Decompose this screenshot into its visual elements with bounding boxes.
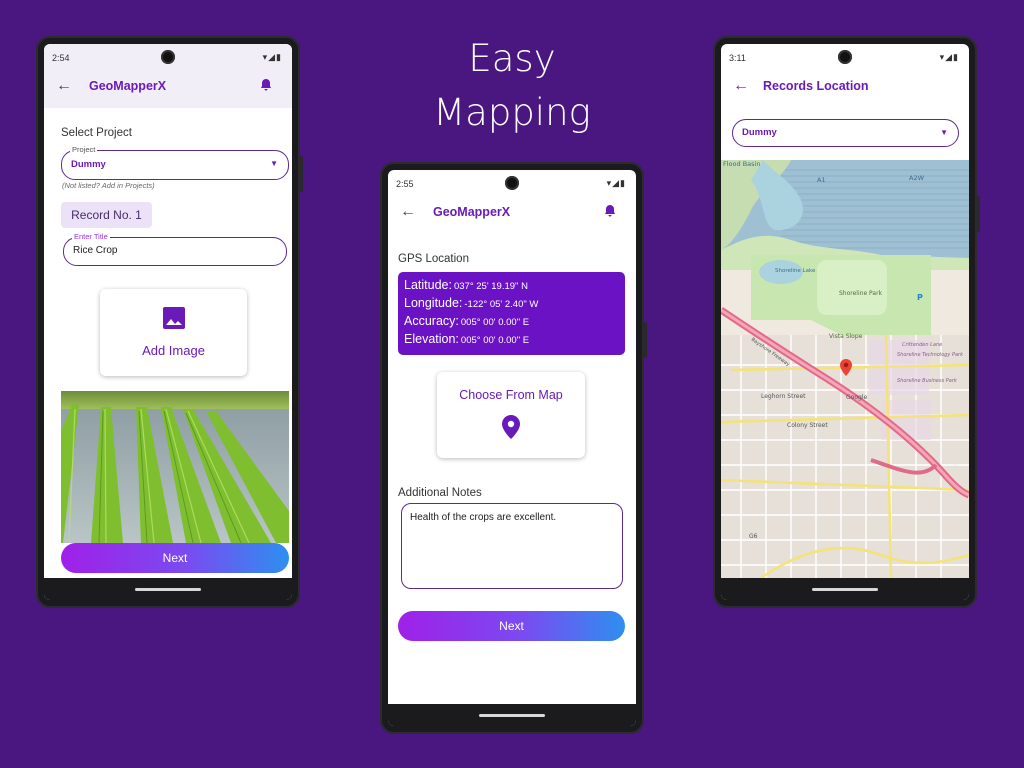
map-label-colony: Colony Street: [787, 422, 828, 429]
home-gesture-pill[interactable]: [135, 588, 201, 591]
bell-icon[interactable]: [604, 204, 616, 222]
elevation-value: 005° 00' 0.00" E: [460, 335, 530, 346]
front-camera: [505, 176, 519, 190]
status-time: 2:55: [396, 179, 414, 189]
record-number-chip: Record No. 1: [61, 202, 152, 228]
image-icon: [162, 306, 186, 335]
phone-2: 2:55 ▾◢▮ ← GeoMapperX GPS Location Latit…: [380, 162, 647, 734]
app-bar: ← GeoMapperX: [388, 192, 636, 234]
project-dropdown-value: Dummy: [71, 159, 106, 170]
map-label-parking: P: [917, 293, 923, 302]
phone-side-button: [976, 196, 980, 232]
bell-icon[interactable]: [260, 78, 272, 96]
notes-textarea-value: Health of the crops are excellent.: [410, 512, 557, 523]
status-time: 2:54: [52, 53, 70, 63]
map-label-google: Google: [846, 394, 867, 401]
system-nav-bar: [721, 578, 969, 600]
phone-3: 3:11 ▾◢▮ ← Records Location Dummy ▼ Floo…: [713, 36, 980, 608]
title-field-legend: Enter Title: [72, 232, 110, 241]
phone-1: 2:54 ▾◢▮ ← GeoMapperX Select Project Pro…: [36, 36, 303, 608]
map-label-shoreline-lake: Shoreline Lake: [775, 268, 816, 274]
map-view[interactable]: Flood Basin A1 A2W Shoreline Lake Shorel…: [721, 160, 969, 578]
longitude-key: Longitude:: [404, 296, 463, 310]
back-arrow-icon[interactable]: ←: [56, 77, 72, 95]
back-arrow-icon[interactable]: ←: [400, 203, 416, 221]
back-arrow-icon[interactable]: ←: [733, 77, 749, 95]
front-camera: [838, 50, 852, 64]
chevron-down-icon: ▼: [940, 128, 948, 137]
phone-side-button: [299, 156, 303, 192]
project-dropdown[interactable]: Dummy ▼: [732, 119, 959, 147]
accuracy-row: Accuracy: 005° 00' 0.00" E: [404, 314, 529, 328]
map-label-a2w: A2W: [909, 174, 925, 182]
app-bar: ← GeoMapperX: [44, 66, 292, 108]
title-input-value: Rice Crop: [73, 245, 118, 256]
front-camera: [161, 50, 175, 64]
map-label-crittenden: Crittenden Lane: [902, 342, 942, 348]
map-label-vista-slope: Vista Slope: [829, 333, 863, 340]
app-title: GeoMapperX: [89, 79, 167, 93]
additional-notes-label: Additional Notes: [398, 487, 482, 499]
select-project-label: Select Project: [61, 127, 132, 139]
status-icons: ▾◢▮: [939, 52, 959, 62]
phone-side-button: [643, 322, 647, 358]
map-label-shoreline-tech: Shoreline Technology Park: [897, 352, 964, 358]
app-title: Records Location: [763, 79, 869, 93]
next-button[interactable]: Next: [61, 543, 289, 573]
project-dropdown[interactable]: Project Dummy ▼: [61, 145, 289, 180]
latitude-value: 037° 25' 19.19" N: [453, 281, 528, 292]
headline-line-1: Easy: [468, 37, 556, 80]
app-title: GeoMapperX: [433, 205, 511, 219]
map-label-shoreline-business: Shoreline Business Park: [897, 378, 958, 384]
accuracy-key: Accuracy:: [404, 314, 459, 328]
home-gesture-pill[interactable]: [812, 588, 878, 591]
project-hint: (Not listed? Add in Projects): [62, 181, 155, 190]
headline-line-2: Mapping: [433, 91, 591, 134]
gps-readout-box: Latitude: 037° 25' 19.19" N Longitude: -12…: [398, 272, 625, 355]
map-label-leghorn: Leghorn Street: [761, 393, 806, 400]
system-nav-bar: [388, 704, 636, 726]
elevation-row: Elevation: 005° 00' 0.00" E: [404, 332, 529, 346]
title-input[interactable]: Enter Title Rice Crop: [63, 232, 287, 266]
status-icons: ▾◢▮: [262, 52, 282, 62]
chevron-down-icon: ▼: [270, 159, 278, 168]
system-nav-bar: [44, 578, 292, 600]
phone-2-screen: 2:55 ▾◢▮ ← GeoMapperX GPS Location Latit…: [388, 170, 636, 726]
app-bar: ← Records Location: [721, 66, 969, 108]
elevation-key: Elevation:: [404, 332, 459, 346]
choose-from-map-label: Choose From Map: [459, 388, 563, 402]
home-gesture-pill[interactable]: [479, 714, 545, 717]
phone-1-screen: 2:54 ▾◢▮ ← GeoMapperX Select Project Pro…: [44, 44, 292, 600]
add-image-label: Add Image: [142, 343, 205, 358]
map-label-flood-basin: Flood Basin: [723, 160, 760, 168]
longitude-row: Longitude: -122° 05' 2.40" W: [404, 296, 538, 310]
notes-textarea[interactable]: Health of the crops are excellent.: [401, 503, 623, 589]
next-button[interactable]: Next: [398, 611, 625, 641]
crop-photo: [61, 391, 289, 543]
map-label-g6: G6: [749, 533, 758, 540]
latitude-key: Latitude:: [404, 278, 452, 292]
status-time: 3:11: [729, 53, 746, 63]
choose-from-map-button[interactable]: Choose From Map: [437, 372, 585, 458]
map-label-a1: A1: [817, 176, 826, 184]
latitude-row: Latitude: 037° 25' 19.19" N: [404, 278, 528, 292]
project-dropdown-value: Dummy: [742, 127, 777, 138]
status-icons: ▾◢▮: [606, 178, 626, 188]
map-marker-icon[interactable]: [839, 358, 853, 382]
longitude-value: -122° 05' 2.40" W: [464, 299, 539, 310]
headline: Easy Mapping: [400, 32, 624, 140]
map-label-shoreline-park: Shoreline Park: [839, 290, 883, 297]
gps-location-label: GPS Location: [398, 253, 469, 265]
add-image-button[interactable]: Add Image: [100, 289, 247, 376]
location-pin-icon: [501, 414, 521, 445]
project-field-legend: Project: [70, 145, 98, 154]
accuracy-value: 005° 00' 0.00" E: [460, 317, 530, 328]
phone-3-screen: 3:11 ▾◢▮ ← Records Location Dummy ▼ Floo…: [721, 44, 969, 600]
